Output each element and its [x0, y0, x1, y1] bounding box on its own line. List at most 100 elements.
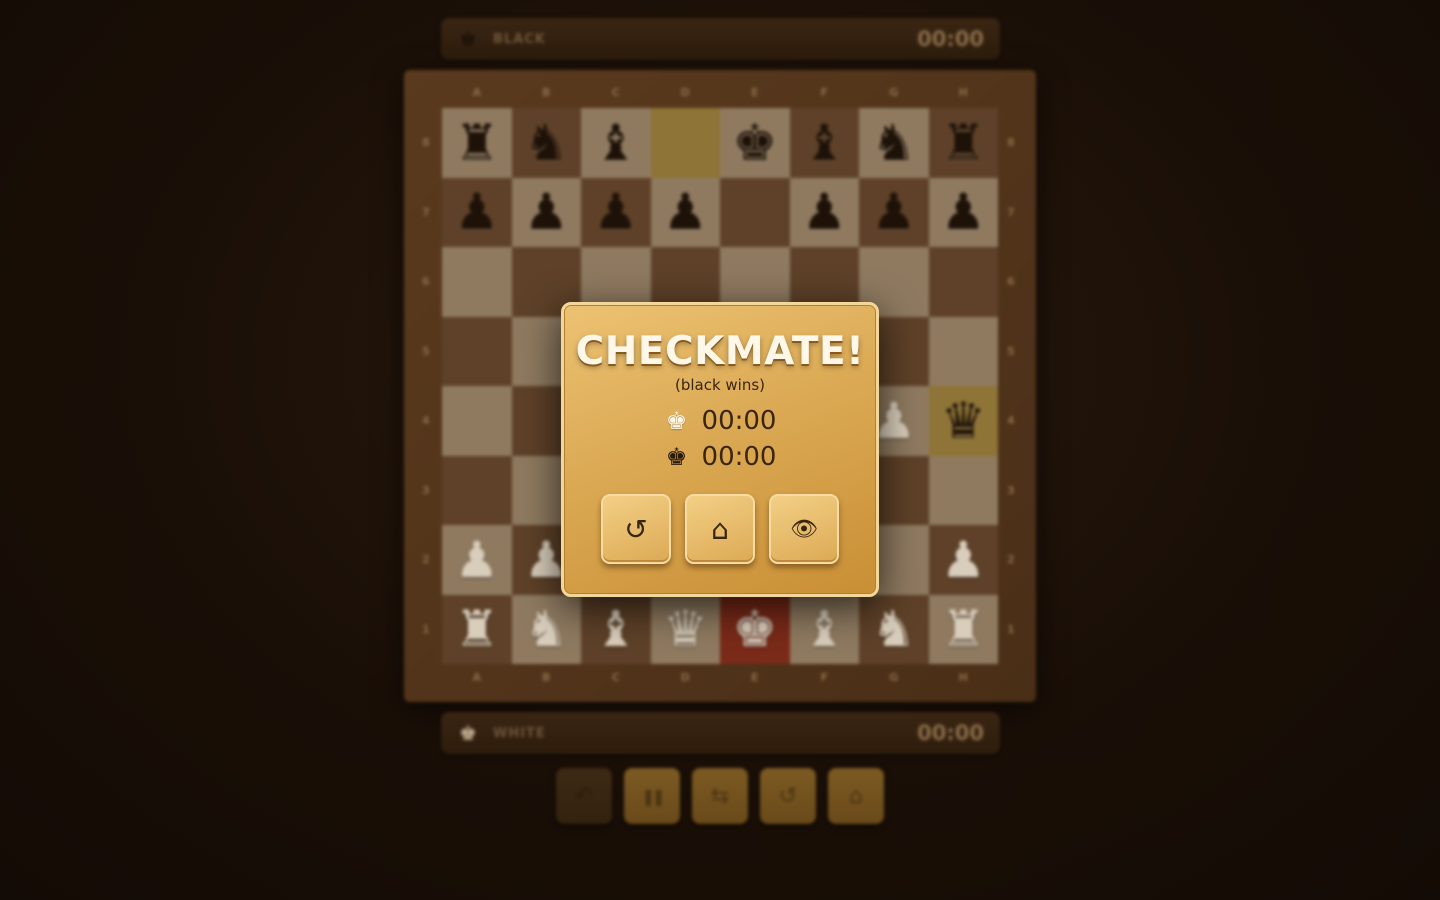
black-bishop-icon[interactable]: ♝	[593, 118, 638, 168]
square-b8[interactable]: ♞	[511, 108, 581, 178]
dialog-buttons: ↺ ⌂ 👁	[601, 494, 839, 564]
square-b7[interactable]: ♟	[511, 177, 581, 247]
black-queen-icon[interactable]: ♛	[941, 396, 986, 446]
pause-button[interactable]: ❚❚	[624, 768, 680, 824]
black-final-time: 00:00	[701, 442, 777, 472]
black-pawn-icon[interactable]: ♟	[593, 187, 638, 237]
rank-label: 6	[422, 275, 430, 289]
black-pawn-icon[interactable]: ♟	[663, 187, 708, 237]
eye-icon: 👁	[790, 516, 818, 542]
rank-label: 1	[422, 622, 430, 636]
file-label: B	[542, 86, 551, 99]
square-h7[interactable]: ♟	[928, 177, 998, 247]
rank-label: 8	[422, 136, 430, 150]
white-player-timer: 00:00	[917, 721, 984, 745]
white-rook-icon[interactable]: ♜	[454, 604, 499, 654]
black-king-icon[interactable]: ♚	[732, 118, 777, 168]
white-rook-icon[interactable]: ♜	[941, 604, 986, 654]
file-label: H	[958, 86, 968, 99]
file-label: G	[889, 86, 899, 99]
file-label: D	[680, 86, 690, 99]
black-pawn-icon[interactable]: ♟	[941, 187, 986, 237]
black-pawn-icon[interactable]: ♟	[524, 187, 569, 237]
view-board-button[interactable]: 👁	[769, 494, 839, 564]
black-player-timer: 00:00	[917, 27, 984, 51]
black-rook-icon[interactable]: ♜	[941, 118, 986, 168]
square-f7[interactable]: ♟	[789, 177, 859, 247]
black-player-name: BLACK	[493, 31, 546, 47]
file-label: H	[958, 671, 968, 684]
square-e8[interactable]: ♚	[720, 108, 790, 178]
square-h6[interactable]	[928, 247, 998, 317]
square-d7[interactable]: ♟	[650, 177, 720, 247]
square-h1[interactable]: ♜	[928, 594, 998, 664]
square-a7[interactable]: ♟	[442, 177, 512, 247]
rank-label: 8	[1007, 136, 1015, 150]
square-f8[interactable]: ♝	[789, 108, 859, 178]
square-h5[interactable]	[928, 316, 998, 386]
white-queen-icon[interactable]: ♛	[663, 604, 708, 654]
flip-board-icon: ⇆	[710, 783, 730, 809]
white-king-icon[interactable]: ♚	[732, 604, 777, 654]
flip-button[interactable]: ⇆	[692, 768, 748, 824]
black-bishop-icon[interactable]: ♝	[802, 118, 847, 168]
square-e7[interactable]	[720, 177, 790, 247]
square-a3[interactable]	[442, 455, 512, 525]
square-a1[interactable]: ♜	[442, 594, 512, 664]
file-label: F	[820, 86, 828, 99]
undo-button[interactable]: ↶	[556, 768, 612, 824]
square-b1[interactable]: ♞	[511, 594, 581, 664]
white-pawn-icon[interactable]: ♟	[454, 535, 499, 585]
rank-label: 4	[422, 414, 430, 428]
restart-icon: ↺	[778, 783, 798, 809]
square-h3[interactable]	[928, 455, 998, 525]
square-a4[interactable]	[442, 386, 512, 456]
black-pawn-icon[interactable]: ♟	[454, 187, 499, 237]
dialog-subtitle: (black wins)	[674, 376, 766, 394]
square-e1[interactable]: ♚	[720, 594, 790, 664]
white-knight-icon[interactable]: ♞	[871, 604, 916, 654]
black-pawn-icon[interactable]: ♟	[802, 187, 847, 237]
home-button[interactable]: ⌂	[828, 768, 884, 824]
white-king-icon: ♚	[459, 721, 477, 745]
checkmate-dialog: CHECKMATE! (black wins) ♚ 00:00 ♚ 00:00 …	[561, 302, 879, 597]
white-bishop-icon[interactable]: ♝	[802, 604, 847, 654]
square-d8[interactable]	[650, 108, 720, 178]
square-d1[interactable]: ♛	[650, 594, 720, 664]
square-a5[interactable]	[442, 316, 512, 386]
pause-icon: ❚❚	[641, 786, 666, 806]
square-h2[interactable]: ♟	[928, 525, 998, 595]
black-pawn-icon[interactable]: ♟	[871, 187, 916, 237]
square-c1[interactable]: ♝	[581, 594, 651, 664]
square-g1[interactable]: ♞	[859, 594, 929, 664]
square-g7[interactable]: ♟	[859, 177, 929, 247]
square-f1[interactable]: ♝	[789, 594, 859, 664]
black-player-bar: ♚ BLACK 00:00	[441, 18, 1000, 60]
rank-label: 7	[1007, 205, 1015, 219]
home-button[interactable]: ⌂	[685, 494, 755, 564]
square-a6[interactable]	[442, 247, 512, 317]
file-label: D	[680, 671, 690, 684]
white-bishop-icon[interactable]: ♝	[593, 604, 638, 654]
file-label: E	[750, 86, 759, 99]
rank-label: 3	[422, 483, 430, 497]
black-knight-icon[interactable]: ♞	[524, 118, 569, 168]
file-label: A	[472, 86, 481, 99]
square-h4[interactable]: ♛	[928, 386, 998, 456]
black-rook-icon[interactable]: ♜	[454, 118, 499, 168]
square-c8[interactable]: ♝	[581, 108, 651, 178]
restart-button[interactable]: ↺	[601, 494, 671, 564]
rank-labels-left: 8 7 6 5 4 3 2 1	[422, 108, 430, 664]
square-a8[interactable]: ♜	[442, 108, 512, 178]
square-a2[interactable]: ♟	[442, 525, 512, 595]
white-king-icon: ♚	[665, 407, 688, 435]
home-icon: ⌂	[849, 783, 863, 809]
square-h8[interactable]: ♜	[928, 108, 998, 178]
square-g8[interactable]: ♞	[859, 108, 929, 178]
black-knight-icon[interactable]: ♞	[871, 118, 916, 168]
dialog-title: CHECKMATE!	[575, 329, 865, 374]
restart-button[interactable]: ↺	[760, 768, 816, 824]
white-knight-icon[interactable]: ♞	[524, 604, 569, 654]
white-pawn-icon[interactable]: ♟	[941, 535, 986, 585]
square-c7[interactable]: ♟	[581, 177, 651, 247]
